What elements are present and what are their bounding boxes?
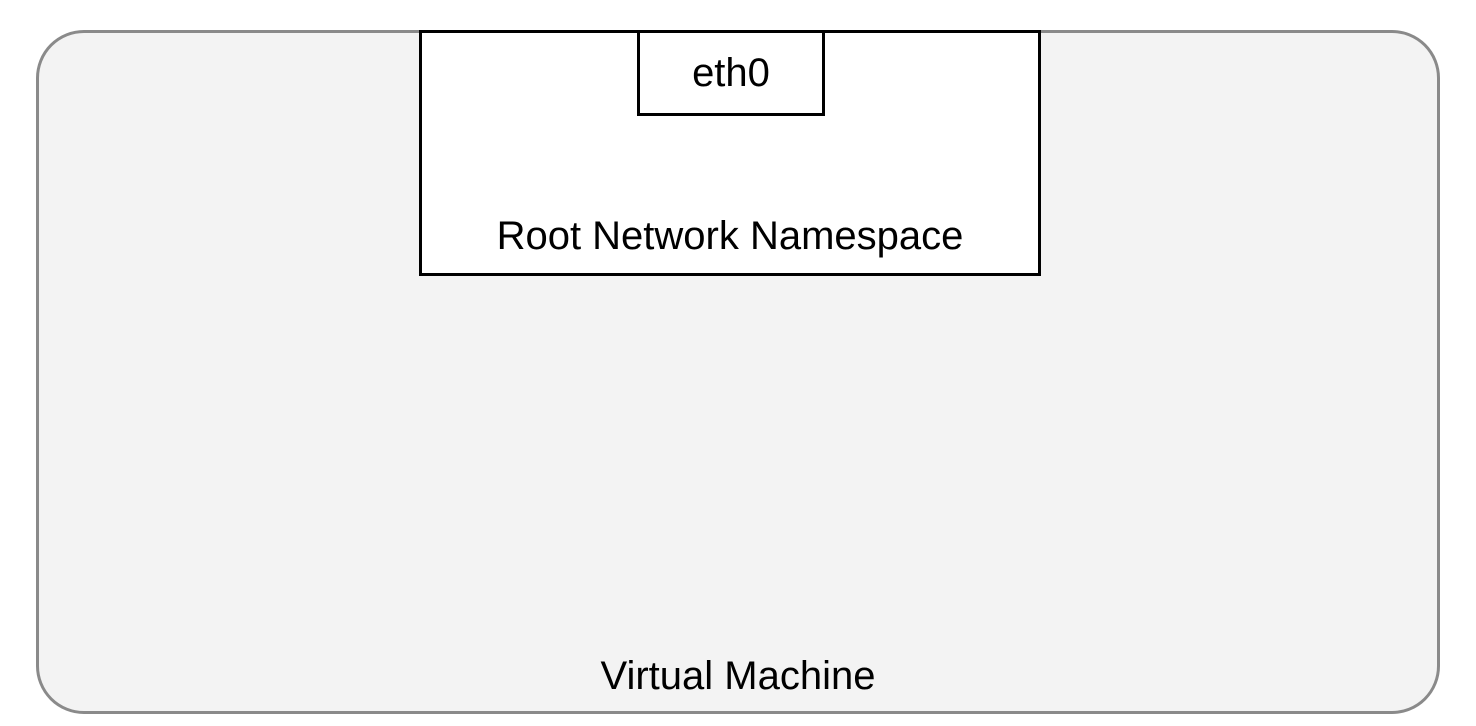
eth0-interface-label: eth0	[692, 51, 770, 96]
eth0-interface-box: eth0	[637, 30, 825, 116]
root-network-namespace-label: Root Network Namespace	[422, 214, 1038, 259]
virtual-machine-label: Virtual Machine	[39, 654, 1437, 699]
